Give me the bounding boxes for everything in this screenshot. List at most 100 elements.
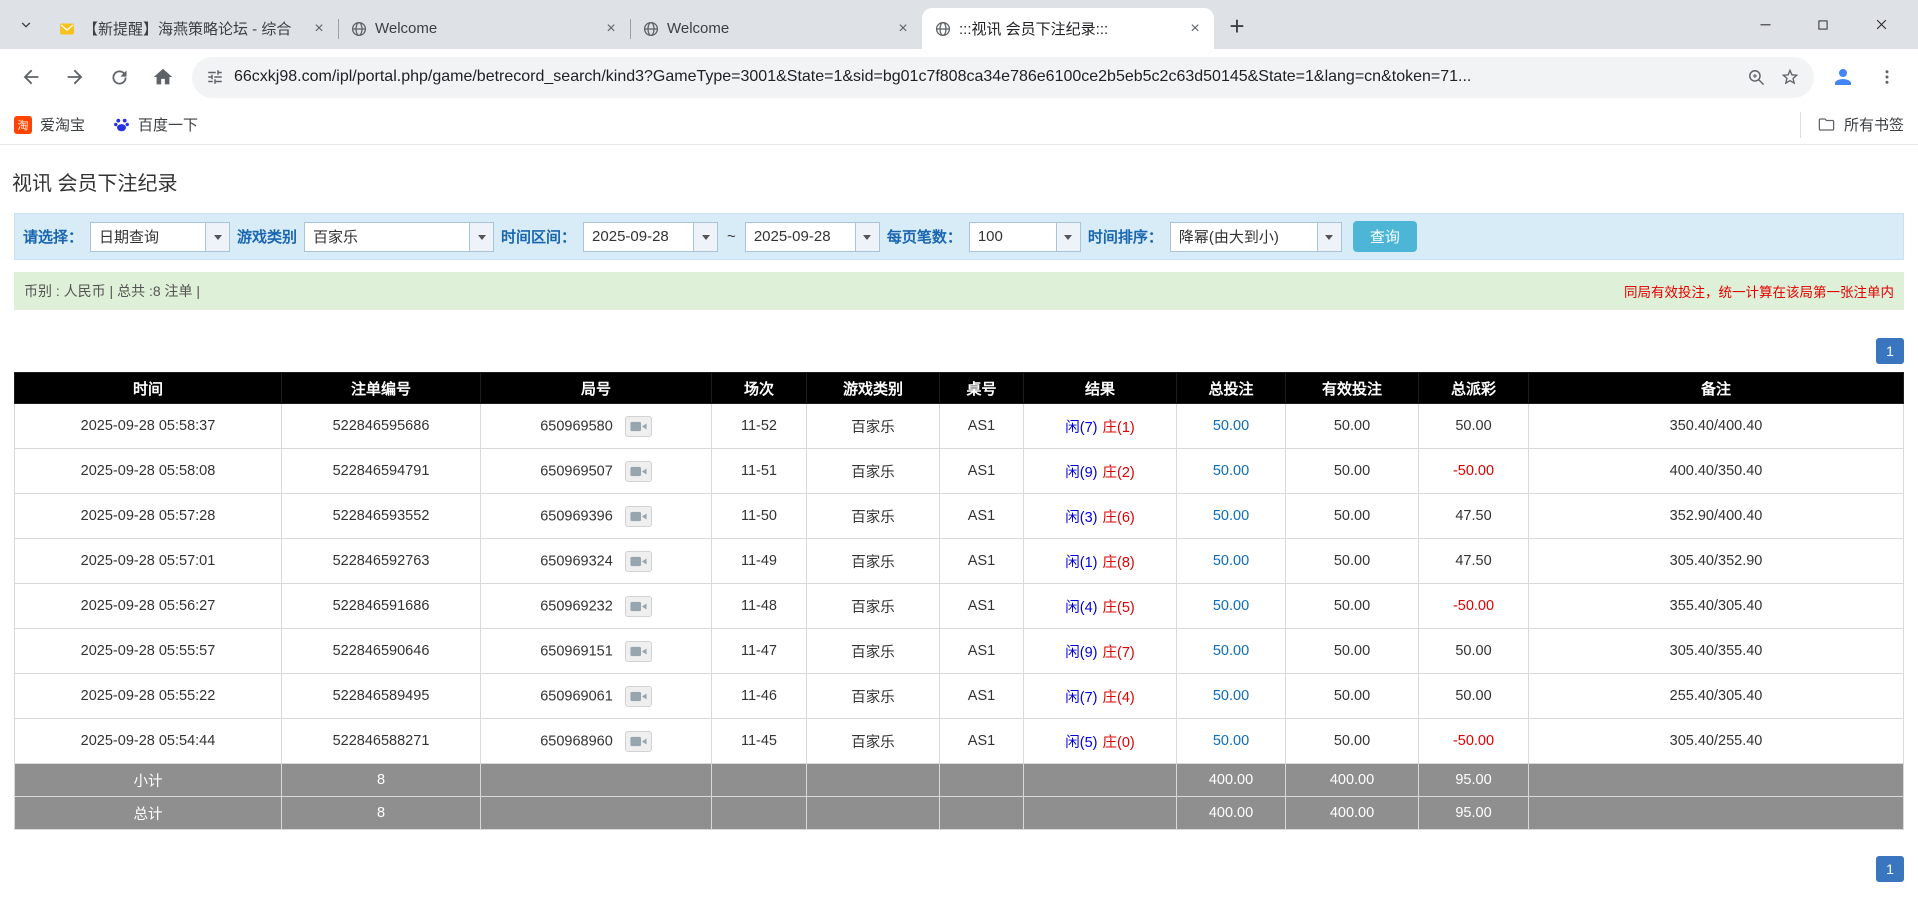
sort-combo[interactable] <box>1170 222 1342 252</box>
col-game-type: 游戏类别 <box>807 373 940 404</box>
video-camera-icon <box>630 600 647 613</box>
valid-bet-notice: 同局有效投注，统一计算在该局第一张注单内 <box>1624 281 1894 301</box>
page-size-combo[interactable] <box>969 222 1081 252</box>
date-from-input[interactable] <box>584 223 693 251</box>
zoom-icon[interactable] <box>1747 68 1766 87</box>
tab-welcome-1[interactable]: Welcome × <box>338 8 630 49</box>
bookmark-aitaobao[interactable]: 淘 爱淘宝 <box>14 114 85 135</box>
site-info-icon[interactable] <box>206 68 224 86</box>
video-replay-button[interactable] <box>625 641 652 662</box>
video-replay-button[interactable] <box>625 461 652 482</box>
game-type-combo[interactable] <box>304 222 494 252</box>
cell-round-no: 650969396 <box>481 494 712 539</box>
bet-table-body: 2025-09-28 05:58:37 522846595686 6509695… <box>15 404 1904 764</box>
page-number-button[interactable]: 1 <box>1876 856 1904 882</box>
combo-dropdown-icon[interactable] <box>1056 223 1080 251</box>
table-row: 2025-09-28 05:54:44 522846588271 6509689… <box>15 719 1904 764</box>
back-arrow-icon <box>20 66 42 88</box>
page-size-label: 每页笔数： <box>887 226 962 247</box>
date-range-separator: ~ <box>727 228 736 245</box>
tab-close-icon[interactable]: × <box>600 18 622 40</box>
cell-total-bet[interactable]: 50.00 <box>1177 629 1286 674</box>
table-row: 2025-09-28 05:57:28 522846593552 6509693… <box>15 494 1904 539</box>
cell-payout: 47.50 <box>1419 539 1529 584</box>
video-replay-button[interactable] <box>625 731 652 752</box>
cell-total-bet[interactable]: 50.00 <box>1177 584 1286 629</box>
video-replay-button[interactable] <box>625 416 652 437</box>
profile-avatar[interactable] <box>1822 56 1864 98</box>
tab-close-icon[interactable]: × <box>308 18 330 40</box>
combo-dropdown-icon[interactable] <box>469 223 493 251</box>
game-type-input[interactable] <box>305 223 469 251</box>
reload-button[interactable] <box>98 56 140 98</box>
cell-time: 2025-09-28 05:55:57 <box>15 629 282 674</box>
taobao-icon: 淘 <box>14 116 32 134</box>
bookmark-baidu[interactable]: 百度一下 <box>113 114 198 135</box>
forward-arrow-icon <box>64 66 86 88</box>
cell-game-type: 百家乐 <box>807 719 940 764</box>
cell-payout: 50.00 <box>1419 629 1529 674</box>
combo-dropdown-icon[interactable] <box>205 223 229 251</box>
round-number: 650969580 <box>540 418 613 434</box>
date-from-combo[interactable] <box>583 222 718 252</box>
cell-payout: -50.00 <box>1419 449 1529 494</box>
close-window-button[interactable] <box>1852 0 1910 49</box>
address-bar[interactable]: 66cxkj98.com/ipl/portal.php/game/betreco… <box>192 57 1814 98</box>
tab-close-icon[interactable]: × <box>1184 18 1206 40</box>
tab-forum[interactable]: 【新提醒】海燕策略论坛 - 综合 × <box>46 8 338 49</box>
cell-valid-bet: 50.00 <box>1286 584 1419 629</box>
maximize-button[interactable] <box>1794 0 1852 49</box>
page-size-input[interactable] <box>970 223 1056 251</box>
bookmark-star-icon[interactable] <box>1780 67 1800 87</box>
date-to-input[interactable] <box>746 223 855 251</box>
col-valid-bet: 有效投注 <box>1286 373 1419 404</box>
cell-total-bet[interactable]: 50.00 <box>1177 719 1286 764</box>
window-controls <box>1736 0 1910 49</box>
navigation-bar: 66cxkj98.com/ipl/portal.php/game/betreco… <box>0 49 1918 105</box>
date-to-combo[interactable] <box>745 222 880 252</box>
cell-payout: -50.00 <box>1419 584 1529 629</box>
cell-remark: 352.90/400.40 <box>1529 494 1904 539</box>
video-replay-button[interactable] <box>625 686 652 707</box>
combo-dropdown-icon[interactable] <box>855 223 879 251</box>
result-player: 闲(4) <box>1065 600 1097 616</box>
search-button[interactable]: 查询 <box>1353 221 1417 252</box>
result-banker: 庄(1) <box>1103 420 1135 436</box>
combo-dropdown-icon[interactable] <box>693 223 717 251</box>
minimize-button[interactable] <box>1736 0 1794 49</box>
video-replay-button[interactable] <box>625 551 652 572</box>
result-banker: 庄(8) <box>1103 555 1135 571</box>
cell-remark: 350.40/400.40 <box>1529 404 1904 449</box>
sort-input[interactable] <box>1171 223 1317 251</box>
cell-result: 闲(4)庄(5) <box>1024 584 1177 629</box>
cell-total-bet[interactable]: 50.00 <box>1177 404 1286 449</box>
cell-total-bet[interactable]: 50.00 <box>1177 494 1286 539</box>
combo-dropdown-icon[interactable] <box>1317 223 1341 251</box>
query-type-combo[interactable] <box>90 222 230 252</box>
cell-total-bet[interactable]: 50.00 <box>1177 539 1286 584</box>
page-number-button[interactable]: 1 <box>1876 338 1904 364</box>
tab-welcome-2[interactable]: Welcome × <box>630 8 922 49</box>
tab-search-button[interactable] <box>10 9 42 41</box>
round-number: 650969324 <box>540 553 613 569</box>
tab-close-icon[interactable]: × <box>892 18 914 40</box>
forward-button[interactable] <box>54 56 96 98</box>
cell-total-bet[interactable]: 50.00 <box>1177 449 1286 494</box>
cell-payout: 50.00 <box>1419 674 1529 719</box>
page-content: 视讯 会员下注纪录 请选择： 游戏类别 时间区间： ~ 每页笔数： <box>0 167 1918 882</box>
new-tab-button[interactable]: + <box>1220 9 1254 43</box>
all-bookmarks-button[interactable]: 所有书签 <box>1800 112 1904 138</box>
round-number: 650969061 <box>540 688 613 704</box>
video-replay-button[interactable] <box>625 596 652 617</box>
table-row: 2025-09-28 05:55:57 522846590646 6509691… <box>15 629 1904 674</box>
video-replay-button[interactable] <box>625 506 652 527</box>
cell-total-bet[interactable]: 50.00 <box>1177 674 1286 719</box>
back-button[interactable] <box>10 56 52 98</box>
cell-result: 闲(5)庄(0) <box>1024 719 1177 764</box>
cell-remark: 400.40/350.40 <box>1529 449 1904 494</box>
tab-bet-records-active[interactable]: :::视讯 会员下注纪录::: × <box>922 8 1214 49</box>
browser-menu-button[interactable] <box>1866 56 1908 98</box>
home-button[interactable] <box>142 56 184 98</box>
query-type-input[interactable] <box>91 223 205 251</box>
url-text[interactable]: 66cxkj98.com/ipl/portal.php/game/betreco… <box>234 68 1737 86</box>
